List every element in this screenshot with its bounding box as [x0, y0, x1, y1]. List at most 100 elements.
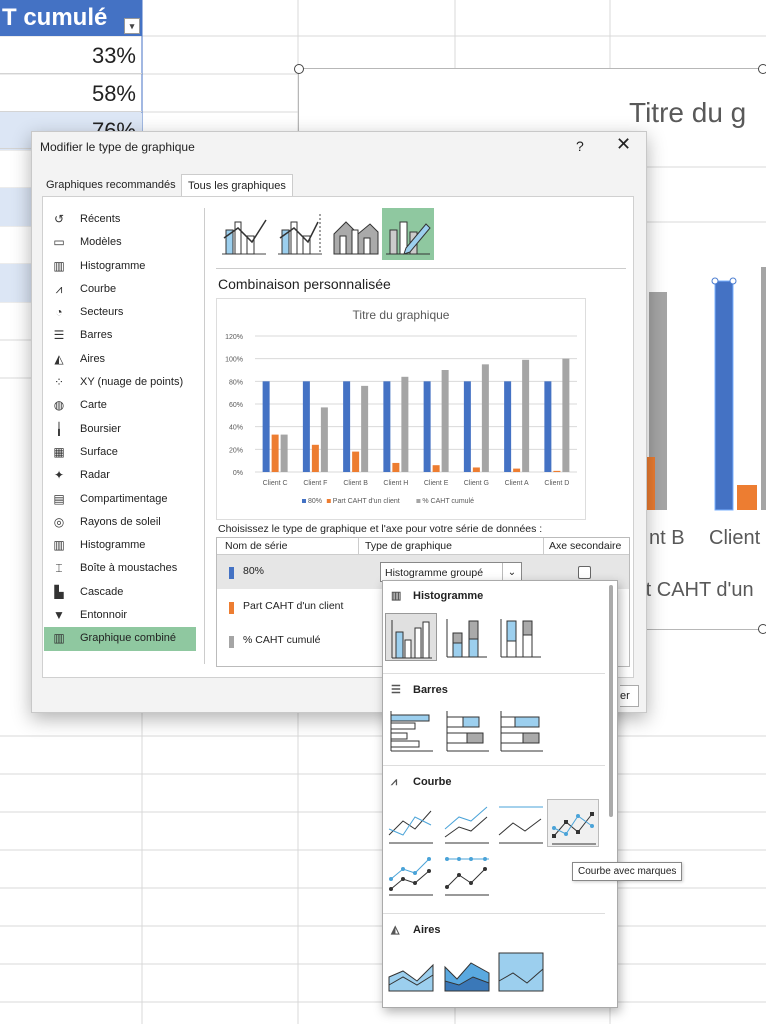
100-stacked-line-markers-icon: [445, 857, 489, 896]
category-label: Compartimentage: [80, 492, 168, 505]
category-templates[interactable]: ▭ Modèles: [44, 231, 196, 254]
category-combo[interactable]: ▥ Graphique combiné: [44, 627, 196, 651]
bar-gray: [522, 359, 530, 472]
chart-type-value: Histogramme groupé: [385, 567, 484, 579]
category-label: Récents: [80, 213, 121, 225]
category-label: Courbe: [80, 282, 117, 295]
x-tick-label: Client E: [424, 480, 449, 487]
help-icon[interactable]: ?: [576, 138, 584, 154]
gallery-item-stacked-column[interactable]: [441, 613, 493, 661]
combo-subtype-secondary-axis[interactable]: [274, 208, 326, 260]
chevron-down-icon[interactable]: ⌄: [502, 563, 521, 581]
sheet-cell[interactable]: 58%: [0, 76, 142, 112]
scrollbar-thumb[interactable]: [609, 585, 613, 817]
tab-recommended[interactable]: Graphiques recommandés: [40, 174, 182, 196]
category-label: Entonnoir: [80, 609, 128, 622]
ok-button-partial[interactable]: er: [620, 685, 639, 707]
combo-secondary-axis-icon: [278, 214, 322, 255]
filter-dropdown-icon[interactable]: ▾: [124, 18, 140, 34]
x-tick-label: Client G: [464, 480, 489, 487]
combo-subtype-stacked-area[interactable]: [330, 208, 382, 260]
resize-handle[interactable]: [758, 64, 766, 74]
combo-subtype-clustered-line[interactable]: [218, 208, 270, 260]
legend-label: Part CAHT d'un client: [333, 498, 400, 505]
area-chart-icon: ◭: [54, 351, 64, 366]
category-column[interactable]: ▥ Histogramme: [44, 255, 196, 278]
resize-handle[interactable]: [758, 624, 766, 634]
close-icon[interactable]: ✕: [616, 134, 631, 155]
bar-blue: [302, 381, 310, 472]
gallery-item-stacked-line-markers[interactable]: [385, 851, 437, 899]
category-scatter[interactable]: ⁘ XY (nuage de points): [44, 371, 196, 394]
category-histogram[interactable]: ▥ Histogramme: [44, 534, 196, 557]
line-chart-icon: ⩘: [391, 776, 398, 788]
combo-clustered-line-icon: [222, 219, 267, 255]
gallery-item-100-stacked-column[interactable]: [495, 613, 547, 661]
sheet-cell[interactable]: 33%: [0, 38, 142, 74]
bar-orange: [553, 470, 561, 472]
category-bar[interactable]: ☰ Barres: [44, 324, 196, 347]
bar-blue: [262, 381, 270, 472]
category-label: XY (nuage de points): [80, 376, 184, 389]
bar-blue: [343, 381, 351, 472]
category-label: Radar: [80, 469, 110, 482]
combo-chart-icon: ▥: [53, 631, 65, 646]
secondary-axis-checkbox[interactable]: [578, 566, 591, 579]
category-recent[interactable]: ↺ Récents: [44, 208, 196, 231]
tab-all-charts[interactable]: Tous les graphiques: [181, 174, 293, 197]
series-color-swatch: [229, 567, 234, 579]
recent-icon: ↺: [53, 212, 65, 226]
y-tick-label: 0%: [233, 470, 243, 477]
gallery-item-clustered-column[interactable]: [385, 613, 437, 661]
category-stock[interactable]: ╽ Boursier: [44, 418, 196, 441]
gallery-item-stacked-bar[interactable]: [441, 707, 493, 755]
treemap-icon: ▤: [53, 491, 65, 506]
category-surface[interactable]: ▦ Surface: [44, 441, 196, 464]
category-treemap[interactable]: ▤ Compartimentage: [44, 488, 196, 511]
category-sunburst[interactable]: ◎ Rayons de soleil: [44, 511, 196, 534]
bar-gray: [320, 407, 328, 472]
gallery-item-clustered-bar[interactable]: [385, 707, 437, 755]
x-tick-label: Client H: [383, 480, 408, 487]
preview-chart: Titre du graphique 0% 20% 40% 60% 80% 100% 120…: [216, 298, 586, 520]
gallery-item-100-stacked-line[interactable]: [495, 799, 547, 847]
bar-orange: [513, 468, 521, 472]
category-label: Cascade: [80, 585, 124, 598]
bg-bar-gray-2: [761, 267, 766, 510]
table-col-divider: [543, 538, 544, 554]
category-label: Histogramme: [80, 259, 146, 272]
category-funnel[interactable]: ▼ Entonnoir: [44, 604, 196, 627]
gallery-scrollbar[interactable]: [607, 585, 615, 1001]
bar-chart-icon: ☰: [391, 684, 401, 696]
stacked-bar-icon: [446, 711, 489, 752]
chart-type-select[interactable]: Histogramme groupé ⌄: [380, 562, 522, 582]
gallery-item-line-with-markers[interactable]: [547, 799, 599, 847]
combo-subtype-custom[interactable]: [382, 208, 434, 260]
category-line[interactable]: ⩘ Courbe: [44, 278, 196, 301]
category-pie[interactable]: ◔ Secteurs: [44, 301, 196, 324]
column-header-cell[interactable]: T cumulé ▾: [0, 0, 142, 36]
resize-handle[interactable]: [294, 64, 304, 74]
gallery-item-stacked-line[interactable]: [441, 799, 493, 847]
category-map[interactable]: ◍ Carte: [44, 394, 196, 417]
stock-icon: ╽: [55, 421, 63, 436]
y-tick-label: 120%: [225, 334, 243, 341]
clustered-bar-icon: [390, 711, 433, 752]
category-area[interactable]: ◭ Aires: [44, 348, 196, 371]
gallery-item-stacked-area[interactable]: [441, 947, 493, 995]
header-chart-type: Type de graphique: [365, 540, 452, 552]
category-label: Boîte à moustaches: [80, 562, 178, 575]
bar-blue: [423, 381, 431, 472]
gallery-item-100-stacked-line-markers[interactable]: [441, 851, 493, 899]
category-radar[interactable]: ✦ Radar: [44, 464, 196, 487]
gallery-item-line[interactable]: [385, 799, 437, 847]
x-tick-label: Client D: [544, 480, 569, 487]
gallery-item-100-stacked-bar[interactable]: [495, 707, 547, 755]
gallery-item-area[interactable]: [385, 947, 437, 995]
category-boxplot[interactable]: ⌶ Boîte à moustaches: [44, 557, 196, 580]
gallery-separator: [383, 673, 605, 674]
histogram-icon: ▥: [53, 538, 65, 553]
gallery-section-column: ▥ Histogramme: [391, 589, 483, 602]
gallery-item-100-stacked-area[interactable]: [495, 947, 547, 995]
category-waterfall[interactable]: ▙ Cascade: [44, 581, 196, 604]
